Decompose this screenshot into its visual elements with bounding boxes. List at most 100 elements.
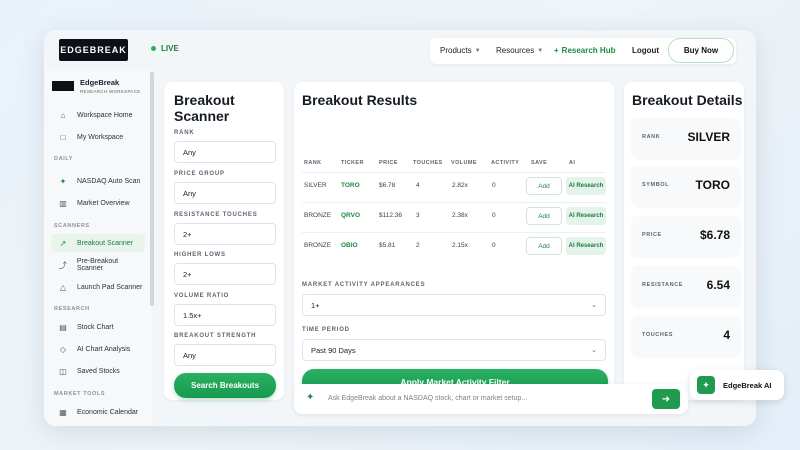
- sidebar-item-nasdaq-auto-scan[interactable]: ✦ NASDAQ Auto Scan: [51, 172, 145, 190]
- cell-price: $6.78: [379, 182, 396, 189]
- detail-value: $6.78: [699, 228, 730, 242]
- cell-ticker[interactable]: OBIO: [341, 242, 358, 249]
- ask-input[interactable]: Ask EdgeBreak about a NASDAQ stock, char…: [328, 395, 527, 402]
- details-title: Breakout Details: [632, 92, 743, 108]
- add-button[interactable]: Add: [526, 237, 562, 255]
- volume-ratio-select[interactable]: 1.5x+: [174, 304, 276, 326]
- volume-ratio-label: VOLUME RATIO: [174, 293, 230, 299]
- detail-value: SILVER: [687, 130, 730, 144]
- app-window: EDGEBREAK LIVE Products ▼ Resources ▼ + …: [44, 30, 756, 426]
- market-activity-value: 1+: [311, 300, 320, 310]
- top-bar: EDGEBREAK LIVE Products ▼ Resources ▼ + …: [44, 30, 756, 70]
- sidebar-item-saved-stocks[interactable]: ◫ Saved Stocks: [51, 362, 145, 380]
- sidebar-section-daily: DAILY: [54, 156, 73, 162]
- cell-activity: 0: [492, 182, 496, 189]
- workspace-title: EdgeBreak: [80, 78, 120, 87]
- search-breakouts-button[interactable]: Search Breakouts: [174, 373, 276, 398]
- col-header-touches: TOUCHES: [413, 160, 443, 166]
- row-divider: [302, 232, 606, 233]
- breakout-strength-label: BREAKOUT STRENGTH: [174, 333, 257, 339]
- plus-icon: +: [554, 46, 559, 55]
- detail-label: RANK: [642, 134, 661, 140]
- add-button[interactable]: Add: [526, 207, 562, 225]
- edgebreak-ai-button[interactable]: ✦ EdgeBreak AI: [690, 370, 784, 400]
- ask-bar: ✦ Ask EdgeBreak about a NASDAQ stock, ch…: [294, 384, 688, 414]
- sidebar-section-market-tools: MARKET TOOLS: [54, 391, 106, 397]
- sparkle-icon: ✦: [306, 392, 315, 403]
- send-button[interactable]: ➜: [652, 389, 680, 409]
- logout-link[interactable]: Logout: [632, 46, 659, 55]
- detail-label: TOUCHES: [642, 332, 673, 338]
- nav-research-hub[interactable]: + Research Hub: [554, 46, 615, 55]
- col-header-activity: ACTIVITY: [491, 160, 520, 166]
- cell-rank: BRONZE: [304, 212, 332, 219]
- col-header-volume: VOLUME: [451, 160, 477, 166]
- chevron-down-icon: ⌄: [591, 347, 597, 354]
- workspace-header[interactable]: EdgeBreak RESEARCH WORKSPACE: [52, 78, 141, 94]
- market-activity-select[interactable]: 1+ ⌄: [302, 294, 606, 316]
- sidebar-item-pre-breakout-scanner[interactable]: ⤴ Pre-Breakout Scanner: [51, 256, 145, 274]
- detail-label: PRICE: [642, 232, 662, 238]
- sidebar-item-label: My Workspace: [77, 133, 124, 141]
- detail-value: TORO: [695, 178, 730, 192]
- brand-logo[interactable]: EDGEBREAK: [59, 39, 128, 61]
- row-divider: [302, 172, 606, 173]
- sidebar-item-ai-chart-analysis[interactable]: ◇ AI Chart Analysis: [51, 340, 145, 358]
- rank-label: RANK: [174, 130, 195, 136]
- sidebar-item-market-overview[interactable]: ▥ Market Overview: [51, 194, 145, 212]
- detail-label: SYMBOL: [642, 182, 670, 188]
- row-divider: [302, 202, 606, 203]
- detail-card-touches: TOUCHES 4: [632, 316, 740, 356]
- nav-resources[interactable]: Resources ▼: [496, 46, 543, 55]
- scanner-title: Breakout Scanner: [174, 92, 235, 124]
- buy-now-button[interactable]: Buy Now: [668, 38, 734, 63]
- resistance-touches-select[interactable]: 2+: [174, 223, 276, 245]
- ai-research-button[interactable]: AI Research: [566, 177, 606, 195]
- col-header-ai: AI: [569, 160, 576, 166]
- sidebar-item-label: Launch Pad Scanner: [77, 283, 143, 291]
- sidebar-item-label: Pre-Breakout Scanner: [76, 258, 119, 272]
- cell-rank: BRONZE: [304, 242, 332, 249]
- resistance-touches-label: RESISTANCE TOUCHES: [174, 212, 258, 218]
- sidebar-item-launch-pad-scanner[interactable]: △ Launch Pad Scanner: [51, 278, 145, 296]
- rocket-icon: △: [59, 282, 67, 292]
- cell-activity: 0: [492, 212, 496, 219]
- scanner-title-line2: Scanner: [174, 108, 230, 124]
- ai-research-button[interactable]: AI Research: [566, 237, 606, 255]
- sidebar-item-workspace-home[interactable]: ⌂ Workspace Home: [51, 106, 145, 124]
- cell-ticker[interactable]: TORO: [341, 182, 360, 189]
- sidebar-item-economic-calendar[interactable]: ▦ Economic Calendar: [51, 403, 145, 421]
- chart-icon: ▤: [59, 322, 67, 332]
- nav-products[interactable]: Products ▼: [440, 46, 481, 55]
- sidebar-item-my-workspace[interactable]: □ My Workspace: [51, 128, 145, 146]
- rank-select[interactable]: Any: [174, 141, 276, 163]
- breakout-strength-select[interactable]: Any: [174, 344, 276, 366]
- bookmark-icon: ◫: [59, 366, 67, 376]
- add-button[interactable]: Add: [526, 177, 562, 195]
- cell-ticker[interactable]: QRVO: [341, 212, 360, 219]
- ai-research-button[interactable]: AI Research: [566, 207, 606, 225]
- time-period-value: Past 90 Days: [311, 345, 356, 355]
- price-group-select[interactable]: Any: [174, 182, 276, 204]
- price-group-label: PRICE GROUP: [174, 171, 225, 177]
- time-period-select[interactable]: Past 90 Days ⌄: [302, 339, 606, 361]
- col-header-price: PRICE: [379, 160, 398, 166]
- cell-rank: SILVER: [304, 182, 327, 189]
- scanner-title-line1: Breakout: [174, 92, 235, 108]
- calendar-icon: ▦: [59, 407, 67, 417]
- sidebar-scrollbar[interactable]: [150, 72, 154, 306]
- chevron-down-icon: ▼: [537, 47, 544, 54]
- sidebar-item-breakout-scanner[interactable]: ↗ Breakout Scanner: [51, 234, 145, 252]
- workspace-logo: [52, 81, 74, 91]
- live-label: LIVE: [161, 44, 179, 53]
- workspace-subtitle: RESEARCH WORKSPACE: [80, 89, 141, 94]
- arrow-right-icon: ➜: [661, 393, 671, 405]
- sidebar-item-stock-chart[interactable]: ▤ Stock Chart: [51, 318, 145, 336]
- cell-price: $5.81: [379, 242, 396, 249]
- trend-icon: ⤴: [58, 260, 67, 270]
- cell-touches: 3: [416, 212, 420, 219]
- detail-card-price: PRICE $6.78: [632, 216, 740, 256]
- detail-label: RESISTANCE: [642, 282, 684, 288]
- higher-lows-select[interactable]: 2+: [174, 263, 276, 285]
- nav-products-label: Products: [440, 46, 472, 55]
